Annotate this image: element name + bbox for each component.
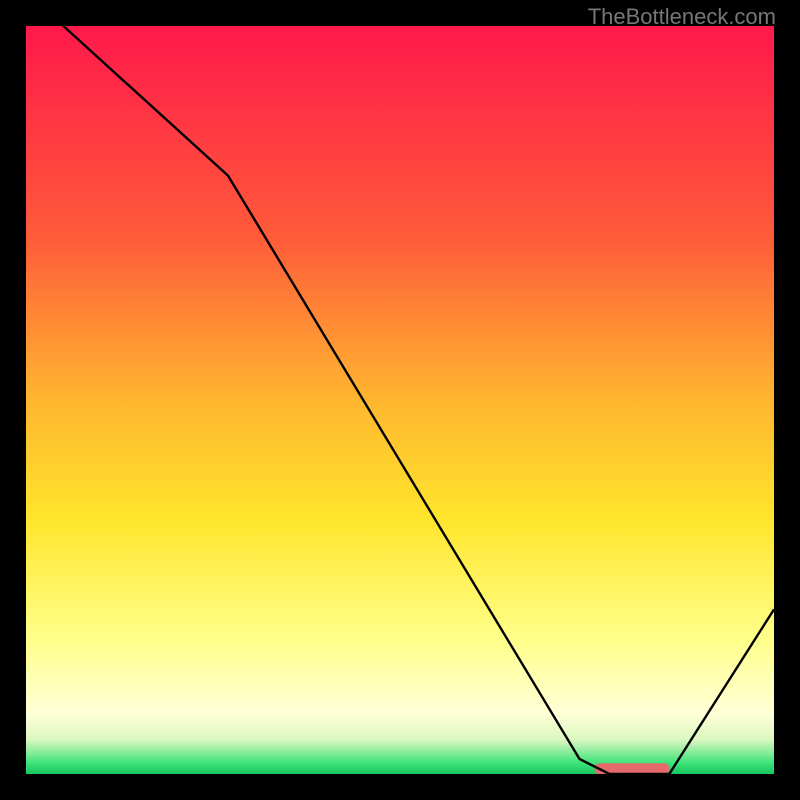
plot-area	[26, 26, 774, 774]
chart-container: TheBottleneck.com	[0, 0, 800, 800]
gradient-background	[26, 26, 774, 774]
chart-svg	[26, 26, 774, 774]
